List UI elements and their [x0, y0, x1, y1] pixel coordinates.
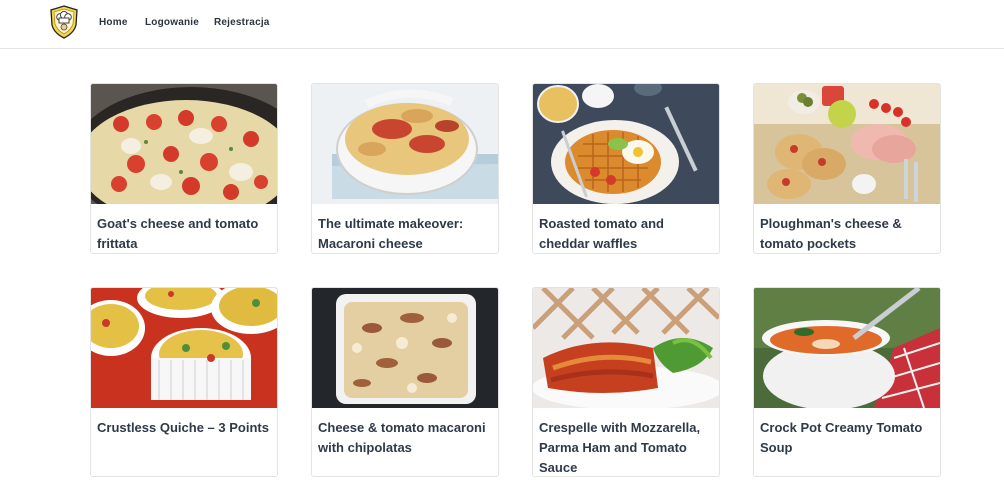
- macaroni-chipolatas-photo[interactable]: [312, 288, 498, 408]
- recipe-card[interactable]: Cheese & tomato macaroni with chipolatas: [311, 287, 499, 477]
- recipe-title[interactable]: Roasted tomato and cheddar waffles: [539, 214, 715, 253]
- recipe-title[interactable]: Ploughman's cheese & tomato pockets: [760, 214, 936, 253]
- recipe-card[interactable]: Crespelle with Mozzarella, Parma Ham and…: [532, 287, 720, 477]
- recipe-card[interactable]: Crustless Quiche – 3 Points: [90, 287, 278, 477]
- tomato-soup-photo[interactable]: [754, 288, 940, 408]
- recipe-card[interactable]: Goat's cheese and tomato frittata: [90, 83, 278, 254]
- recipe-card[interactable]: Roasted tomato and cheddar waffles: [532, 83, 720, 254]
- recipe-card[interactable]: Crock Pot Creamy Tomato Soup: [753, 287, 941, 477]
- frittata-photo[interactable]: [91, 84, 277, 204]
- nav-register-link[interactable]: Rejestracja: [214, 17, 270, 28]
- recipe-title[interactable]: Cheese & tomato macaroni with chipolatas: [318, 418, 494, 458]
- recipe-title[interactable]: Goat's cheese and tomato frittata: [97, 214, 273, 253]
- crespelle-photo[interactable]: [533, 288, 719, 408]
- crustless-quiche-photo[interactable]: [91, 288, 277, 408]
- recipe-title[interactable]: Crock Pot Creamy Tomato Soup: [760, 418, 936, 458]
- recipe-title[interactable]: Crespelle with Mozzarella, Parma Ham and…: [539, 418, 715, 476]
- recipe-card[interactable]: The ultimate makeover: Macaroni cheese: [311, 83, 499, 254]
- recipe-title[interactable]: The ultimate makeover: Macaroni cheese: [318, 214, 494, 253]
- chef-hat-logo-icon[interactable]: [49, 5, 79, 39]
- ploughmans-pockets-photo[interactable]: [754, 84, 940, 204]
- recipe-card[interactable]: Ploughman's cheese & tomato pockets: [753, 83, 941, 254]
- nav-login-link[interactable]: Logowanie: [145, 17, 199, 28]
- nav-home-link[interactable]: Home: [99, 17, 128, 28]
- macaroni-cheese-photo[interactable]: [312, 84, 498, 204]
- top-navbar: Home Logowanie Rejestracja: [0, 0, 1004, 49]
- waffles-photo[interactable]: [533, 84, 719, 204]
- recipe-title[interactable]: Crustless Quiche – 3 Points: [97, 418, 273, 438]
